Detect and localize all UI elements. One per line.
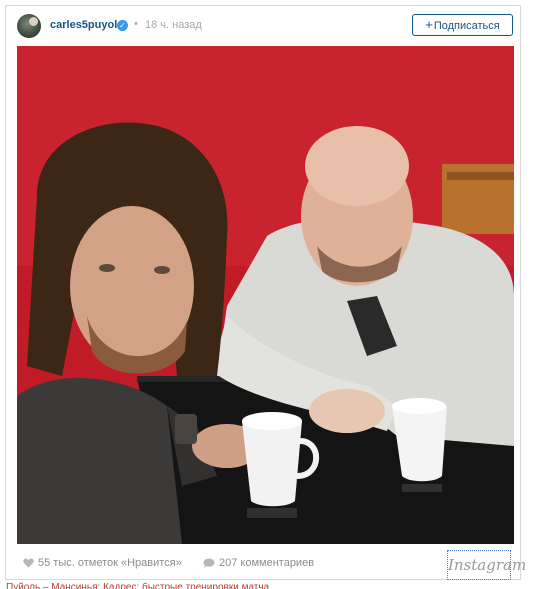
instagram-logo[interactable]: Instagram: [447, 550, 526, 580]
photo-image: [17, 46, 514, 544]
verified-badge-icon: ✓: [117, 20, 128, 31]
avatar[interactable]: [17, 14, 41, 38]
comment-bubble-icon: [203, 558, 215, 568]
separator-dot: •: [134, 18, 138, 30]
comments-count[interactable]: 207 комментариев: [203, 557, 314, 569]
comments-count-label: 207 комментариев: [219, 557, 315, 569]
username-link[interactable]: carles5puyol: [50, 19, 117, 31]
follow-button[interactable]: +Подписаться: [412, 14, 513, 36]
post-photo[interactable]: [17, 46, 514, 544]
instagram-embed-card: carles5puyol ✓ • 18 ч. назад +Подписатьс…: [5, 5, 526, 580]
likes-count[interactable]: 55 тыс. отметок «Нравится»: [23, 557, 182, 569]
likes-count-label: 55 тыс. отметок «Нравится»: [38, 557, 182, 569]
plus-icon: +: [425, 17, 433, 32]
post-footer: 55 тыс. отметок «Нравится» 207 комментар…: [6, 546, 526, 580]
heart-icon: [23, 558, 34, 568]
post-time[interactable]: 18 ч. назад: [145, 19, 202, 31]
follow-button-label: Подписаться: [433, 20, 500, 32]
post-header: carles5puyol ✓ • 18 ч. назад +Подписатьс…: [6, 6, 520, 46]
